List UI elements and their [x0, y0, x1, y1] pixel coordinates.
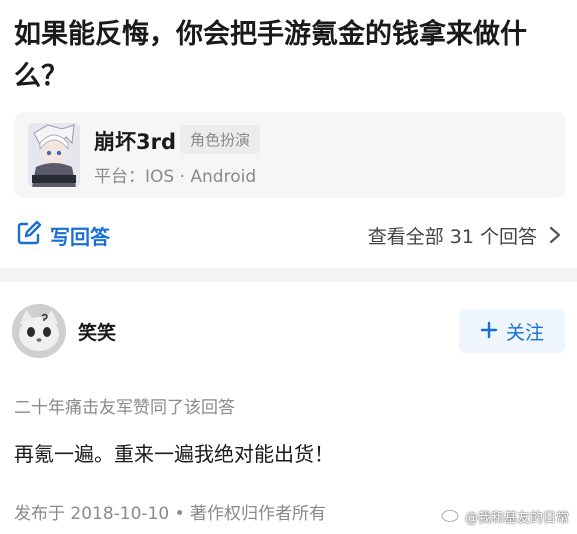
avatar[interactable]	[12, 304, 66, 358]
watermark: @我和基友的日常	[441, 506, 569, 526]
author-name[interactable]: 笑笑	[78, 318, 116, 345]
game-cover-image	[28, 123, 80, 187]
game-genre-tag: 角色扮演	[180, 125, 261, 154]
edit-icon	[16, 220, 42, 250]
write-answer-button[interactable]: 写回答	[16, 220, 110, 250]
follow-label: 关注	[505, 321, 544, 344]
question-title[interactable]: 如果能反悔，你会把手游氪金的钱拿来做什么？	[14, 14, 564, 98]
game-platform: 平台：IOS · Android	[94, 167, 257, 187]
chevron-right-icon	[549, 226, 561, 244]
publish-info: 发布于 2018-10-10 • 著作权归作者所有	[14, 504, 327, 524]
upvote-note: 二十年痛击友军赞同了该回答	[14, 398, 235, 418]
watermark-text: @我和基友的日常	[464, 510, 569, 526]
view-all-answers-link[interactable]: 查看全部 31 个回答	[368, 220, 561, 250]
section-divider	[0, 268, 577, 282]
follow-button[interactable]: 关注	[459, 309, 565, 353]
answer-content[interactable]: 再氪一遍。重来一遍我绝对能出货！	[14, 438, 334, 467]
view-all-answers-label: 查看全部 31 个回答	[367, 225, 537, 248]
write-answer-label: 写回答	[50, 224, 110, 249]
plus-icon	[480, 319, 498, 343]
game-card[interactable]: 崩坏3rd 角色扮演 平台：IOS · Android	[14, 112, 566, 198]
game-name[interactable]: 崩坏3rd	[94, 126, 176, 156]
weibo-logo-icon	[441, 506, 461, 526]
